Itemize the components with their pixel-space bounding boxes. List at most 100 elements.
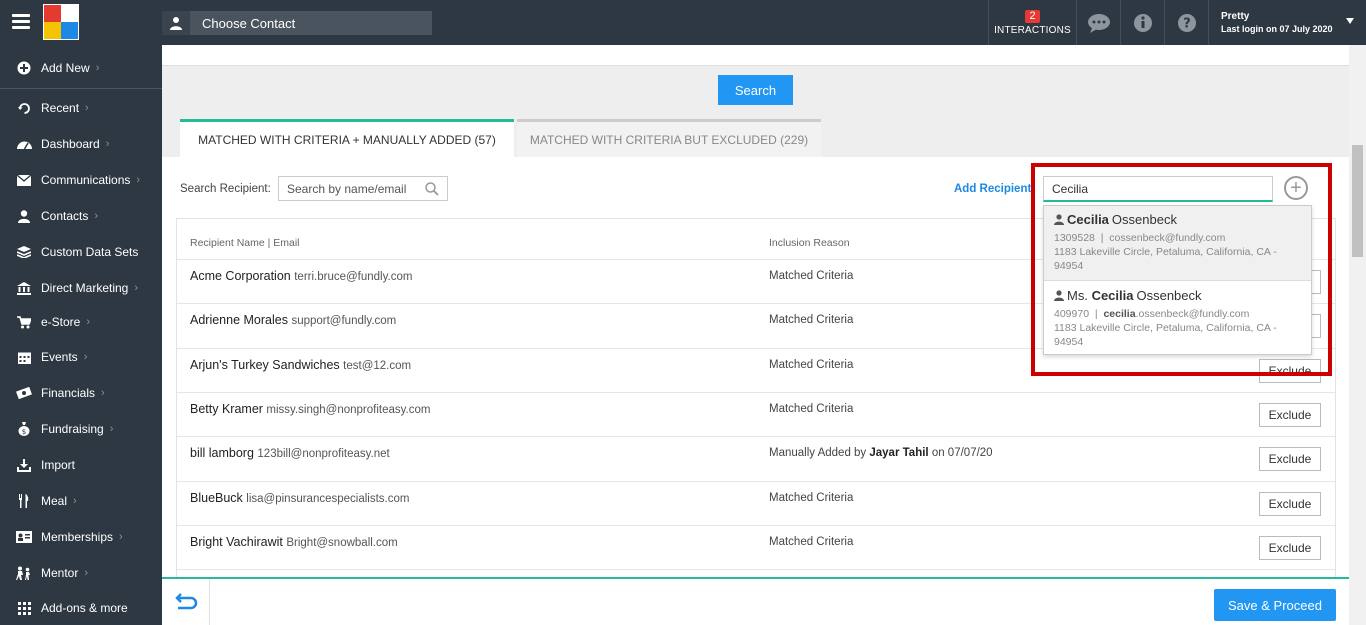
recipient-name-email: Acme Corporation terri.bruce@fundly.com	[190, 269, 412, 283]
sidebar-item-label: Fundraising	[41, 422, 104, 436]
reason-suffix: on 07/07/20	[928, 447, 993, 460]
add-recipient-label: Add Recipient:	[954, 183, 1036, 195]
info-button[interactable]	[1120, 0, 1164, 45]
table-row: Bright Vachirawit Bright@snowball.com Mat…	[177, 524, 1335, 569]
grid-icon	[14, 601, 34, 615]
user-menu[interactable]: Pretty Last login on 07 July 2020	[1208, 0, 1366, 45]
suggestion-email: cossenbeck@fundly.com	[1109, 232, 1226, 244]
tab-matched-manually-added[interactable]: MATCHED WITH CRITERIA + MANUALLY ADDED (…	[180, 119, 514, 157]
search-recipient-input[interactable]: Search by name/email	[278, 176, 448, 201]
interactions-badge: 2	[1025, 9, 1040, 23]
sidebar-item-custom-data-sets[interactable]: Custom Data Sets	[0, 237, 162, 267]
suggestion-name-rest: Ossenbeck	[1136, 288, 1202, 303]
page-scrollbar[interactable]	[1349, 45, 1366, 625]
back-button[interactable]	[162, 579, 210, 625]
svg-text:?: ?	[1183, 16, 1191, 31]
suggestion-address: 1183 Lakeville Circle, Petaluma, Califor…	[1054, 322, 1277, 348]
sidebar-item-add-ons-more[interactable]: Add-ons & more	[0, 593, 162, 623]
hamburger-menu-icon[interactable]	[12, 14, 30, 30]
sidebar-item-label: Custom Data Sets	[41, 245, 139, 259]
suggestion-name-match: Cecilia	[1067, 212, 1109, 227]
sidebar-item-direct-marketing[interactable]: Direct Marketing ›	[0, 273, 162, 303]
cart-icon	[14, 315, 34, 329]
help-button[interactable]: ?	[1164, 0, 1208, 45]
sidebar-item-add-new[interactable]: Add New ›	[0, 53, 162, 83]
search-button[interactable]: Search	[718, 75, 793, 105]
inclusion-reason: Matched Criteria	[769, 536, 853, 548]
sidebar-item-events[interactable]: Events ›	[0, 342, 162, 372]
chat-button[interactable]	[1076, 0, 1120, 45]
recipient-email: Bright@snowball.com	[286, 536, 398, 549]
column-header-name: Recipient Name | Email	[190, 237, 300, 249]
sidebar-item-label: Dashboard	[41, 137, 100, 151]
sidebar-item-label: Communications	[41, 173, 131, 187]
sidebar-item-label: Add New	[41, 61, 90, 75]
search-recipient-label: Search Recipient:	[180, 183, 271, 195]
exclude-button[interactable]: Exclude	[1259, 491, 1321, 516]
sidebar-item-label: Direct Marketing	[41, 281, 129, 295]
interactions-button[interactable]: 2 INTERACTIONS	[988, 0, 1076, 45]
sidebar-item-communications[interactable]: Communications ›	[0, 165, 162, 195]
app-logo[interactable]	[43, 4, 79, 40]
recipient-name: BlueBuck	[190, 490, 243, 505]
chevron-right-icon: ›	[84, 567, 89, 579]
sidebar-item-fundraising[interactable]: $ Fundraising ›	[0, 414, 162, 444]
recipient-name: Betty Kramer	[190, 401, 263, 416]
suggestion-id: 1309528	[1054, 232, 1095, 244]
recipient-name-email: Adrienne Morales support@fundly.com	[190, 313, 396, 327]
sidebar-item-financials[interactable]: Financials ›	[0, 378, 162, 408]
sidebar-item-recent[interactable]: Recent ›	[0, 93, 162, 123]
suggestion-item[interactable]: Ms. Cecilia Ossenbeck 409970 | cecilia.o…	[1044, 282, 1311, 354]
recipient-email: test@12.com	[343, 359, 412, 372]
reason-text: Matched Criteria	[769, 358, 854, 371]
sidebar-item-label: Import	[41, 458, 76, 472]
save-and-proceed-button[interactable]: Save & Proceed	[1214, 589, 1336, 621]
user-name: Pretty	[1221, 11, 1250, 22]
sidebar-item-contacts[interactable]: Contacts ›	[0, 201, 162, 231]
chevron-right-icon: ›	[86, 316, 91, 328]
recipient-name: bill lamborg	[190, 446, 254, 461]
sidebar-item-label: Mentor	[41, 566, 79, 580]
sidebar-item-memberships[interactable]: Memberships ›	[0, 522, 162, 552]
mentor-icon	[14, 566, 34, 580]
sidebar-divider	[0, 88, 162, 89]
plus-circle-icon	[14, 61, 34, 75]
exclude-button[interactable]: Exclude	[1259, 402, 1321, 427]
recipient-suggestions-dropdown: Cecilia Ossenbeck 1309528 | cossenbeck@f…	[1043, 205, 1312, 355]
recipient-name: Adrienne Morales	[190, 313, 288, 328]
recipient-name: Arjun's Turkey Sandwiches	[190, 357, 340, 372]
search-recipient-placeholder: Search by name/email	[287, 181, 407, 196]
last-login: Last login on 07 July 2020	[1221, 24, 1333, 34]
chevron-right-icon: ›	[119, 531, 123, 543]
moneybag-icon: $	[14, 422, 34, 436]
sidebar-item-mentor[interactable]: Mentor ›	[0, 558, 162, 588]
suggestion-id: 409970	[1054, 308, 1090, 320]
info-icon	[1133, 13, 1152, 32]
suggestion-item[interactable]: Cecilia Ossenbeck 1309528 | cossenbeck@f…	[1044, 206, 1311, 281]
top-bar: Choose Contact 2 INTERACTIONS ? Pretty L…	[0, 0, 1366, 45]
caret-down-icon	[1346, 18, 1354, 24]
choose-contact-label: Choose Contact	[202, 15, 296, 31]
choose-contact-button[interactable]: Choose Contact	[162, 11, 432, 35]
suggestion-email-rest: .ossenbeck@fundly.com	[1135, 308, 1250, 320]
exclude-button[interactable]: Exclude	[1259, 447, 1321, 472]
scrollbar-thumb[interactable]	[1352, 145, 1363, 257]
exclude-button[interactable]: Exclude	[1259, 535, 1321, 560]
sidebar-item-e-store[interactable]: e-Store ›	[0, 307, 162, 337]
reason-added-by: Jayar Tahil	[869, 447, 929, 460]
sidebar: Add New › Recent › Dashboard › Communications ›…	[0, 45, 162, 625]
sidebar-item-dashboard[interactable]: Dashboard ›	[0, 129, 162, 159]
inclusion-reason: Matched Criteria	[769, 270, 853, 282]
recipient-name-email: Bright Vachirawit Bright@snowball.com	[190, 535, 398, 549]
database-icon	[14, 246, 34, 258]
inclusion-reason: Matched Criteria	[769, 403, 853, 415]
sidebar-item-label: Memberships	[41, 530, 114, 544]
recipient-name: Acme Corporation	[190, 269, 291, 283]
import-icon	[14, 458, 34, 472]
chevron-right-icon: ›	[83, 351, 88, 363]
chevron-right-icon: ›	[95, 62, 100, 74]
sidebar-item-meal[interactable]: Meal ›	[0, 486, 162, 516]
sidebar-item-import[interactable]: Import	[0, 450, 162, 480]
money-icon	[14, 387, 34, 399]
tab-matched-excluded[interactable]: MATCHED WITH CRITERIA BUT EXCLUDED (229)	[517, 119, 821, 157]
